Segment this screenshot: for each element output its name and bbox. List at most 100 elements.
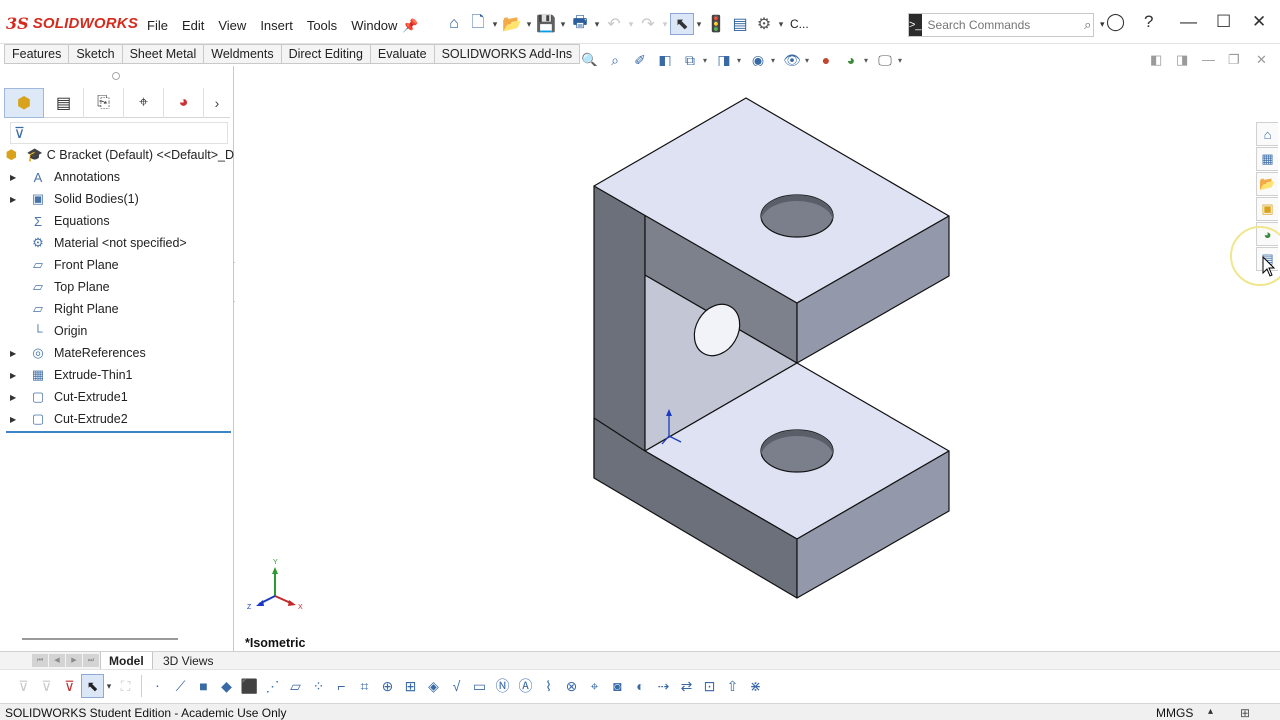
minimize-window-icon[interactable]: — xyxy=(1180,12,1197,32)
rollback-bar[interactable] xyxy=(6,431,231,433)
next-tab-arrow-icon[interactable]: ▶ xyxy=(66,654,82,667)
orientation-dropdown-icon[interactable]: ▾ xyxy=(737,56,745,65)
filter-connection-points-icon[interactable]: ⊡ xyxy=(698,674,721,698)
filter-vertices-icon[interactable]: ⋅ xyxy=(146,674,169,698)
filter-datum-features-icon[interactable]: Ⓐ xyxy=(514,674,537,698)
filter-hole-callouts-icon[interactable]: ⌖ xyxy=(583,674,606,698)
filter-faces-icon[interactable]: ■ xyxy=(192,674,215,698)
redo-dropdown-icon[interactable]: ▾ xyxy=(660,19,670,30)
hide-show-dropdown-icon[interactable]: ▾ xyxy=(805,56,813,65)
property-manager-tab-icon[interactable]: ▤ xyxy=(44,88,84,118)
tree-node[interactable]: └ Origin xyxy=(0,320,234,342)
tree-node[interactable]: ▶ A Annotations xyxy=(0,166,234,188)
new-dropdown-icon[interactable]: ▾ xyxy=(490,19,500,30)
filter-axes-icon[interactable]: ⋰ xyxy=(261,674,284,698)
rebuild-icon[interactable]: 🚦 xyxy=(704,13,728,35)
tree-root-part[interactable]: ⬢ 🎓 C Bracket (Default) <<Default>_D xyxy=(0,144,234,166)
filter-routing-points-icon[interactable]: ⇧ xyxy=(721,674,744,698)
select-pointer-icon[interactable]: ⬉ xyxy=(81,674,104,698)
select-pointer-dropdown-icon[interactable]: ▾ xyxy=(104,681,114,692)
scene-dropdown-icon[interactable]: ▾ xyxy=(864,56,872,65)
annotation-dropdown-icon[interactable]: ▾ xyxy=(703,56,711,65)
select-dropdown-icon[interactable]: ▾ xyxy=(694,19,704,30)
search-icon[interactable]: ⌕ xyxy=(1083,17,1093,33)
pane-horizontal-scrollbar[interactable] xyxy=(22,638,178,640)
filter-centerline-icon[interactable]: ⊞ xyxy=(399,674,422,698)
expand-arrow-icon[interactable]: ▶ xyxy=(0,173,16,182)
pin-menu-icon[interactable]: 📌 xyxy=(402,18,418,34)
undo-dropdown-icon[interactable]: ▾ xyxy=(626,19,636,30)
configuration-manager-tab-icon[interactable]: ⎘ xyxy=(84,88,124,118)
filter-balloons-icon[interactable]: ◙ xyxy=(606,674,629,698)
tree-node[interactable]: ▶ ◎ MateReferences xyxy=(0,342,234,364)
filter-clear-icon[interactable]: ⊽ xyxy=(35,674,58,698)
home-icon[interactable]: ⌂ xyxy=(442,13,466,35)
select-all-filter-icon[interactable]: ⛶ xyxy=(114,674,137,698)
search-commands-input[interactable] xyxy=(921,18,1083,32)
filter-datum-targets-icon[interactable]: ⊗ xyxy=(560,674,583,698)
close-window-icon[interactable]: ✕ xyxy=(1252,12,1266,32)
expand-arrow-icon[interactable]: ▶ xyxy=(0,393,16,402)
selection-filter-icon[interactable]: ⊽ xyxy=(58,674,81,698)
maximize-window-icon[interactable]: ☐ xyxy=(1216,12,1231,32)
graphics-area[interactable]: Y X Z xyxy=(235,66,1280,652)
user-account-icon[interactable]: ◯ xyxy=(1106,12,1125,32)
print-icon[interactable]: 🖶 xyxy=(568,13,592,35)
filter-sketch-points-icon[interactable]: ⁘ xyxy=(307,674,330,698)
model-viewport[interactable]: Y X Z xyxy=(235,66,1280,652)
file-properties-icon[interactable]: ▤ xyxy=(728,13,752,35)
dimxpert-manager-tab-icon[interactable]: ⌖ xyxy=(124,88,164,118)
search-commands-box[interactable]: >_ ⌕ xyxy=(908,13,1094,37)
filter-weld-symbols-icon[interactable]: ⌇ xyxy=(537,674,560,698)
menu-tools[interactable]: Tools xyxy=(300,14,344,37)
tree-node[interactable]: ▶ ▦ Extrude-Thin1 xyxy=(0,364,234,386)
filter-dimensions-icon[interactable]: ◈ xyxy=(422,674,445,698)
menu-insert[interactable]: Insert xyxy=(253,14,300,37)
filter-center-marks-icon[interactable]: ⊕ xyxy=(376,674,399,698)
tree-filter[interactable]: ⊽ xyxy=(10,122,228,144)
solidworks-resources-icon[interactable]: ⌂ xyxy=(1256,122,1278,146)
tree-node[interactable]: ▱ Top Plane xyxy=(0,276,234,298)
unit-system[interactable]: MMGS xyxy=(1156,706,1193,720)
tree-node[interactable]: ▶ ▢ Cut-Extrude1 xyxy=(0,386,234,408)
filter-toggle-icon[interactable]: ⊽ xyxy=(12,674,35,698)
tree-node[interactable]: ▱ Right Plane xyxy=(0,298,234,320)
display-dropdown-icon[interactable]: ▾ xyxy=(771,56,779,65)
filter-cosmetic-threads-icon[interactable]: ⇢ xyxy=(652,674,675,698)
tab-model[interactable]: Model xyxy=(100,652,153,669)
filter-planes-icon[interactable]: ▱ xyxy=(284,674,307,698)
first-tab-arrow-icon[interactable]: ⏮ xyxy=(32,654,48,667)
print-dropdown-icon[interactable]: ▾ xyxy=(592,19,602,30)
filter-dowel-pins-icon[interactable]: ⇄ xyxy=(675,674,698,698)
tab-sheet-metal[interactable]: Sheet Metal xyxy=(121,44,204,64)
status-bar-settings-icon[interactable]: ⊞ xyxy=(1240,706,1250,720)
tab-weldments[interactable]: Weldments xyxy=(203,44,281,64)
tree-node[interactable]: Σ Equations xyxy=(0,210,234,232)
open-icon[interactable]: 📂 xyxy=(500,13,524,35)
tab-3d-views[interactable]: 3D Views xyxy=(155,652,221,669)
tree-node[interactable]: ⚙ Material <not specified> xyxy=(0,232,234,254)
pane-grip-handle[interactable] xyxy=(112,72,120,80)
menu-edit[interactable]: Edit xyxy=(175,14,211,37)
menu-file[interactable]: File xyxy=(140,14,175,37)
feature-manager-tab-icon[interactable]: ⬢ xyxy=(4,88,44,118)
redo-icon[interactable]: ↷ xyxy=(636,13,660,35)
expand-arrow-icon[interactable]: ▶ xyxy=(0,349,16,358)
view-settings-dropdown-icon[interactable]: ▾ xyxy=(898,56,906,65)
expand-arrow-icon[interactable]: ▶ xyxy=(0,371,16,380)
filter-midpoints-icon[interactable]: ⌗ xyxy=(353,674,376,698)
filter-notes-icon[interactable]: Ⓝ xyxy=(491,674,514,698)
tab-direct-editing[interactable]: Direct Editing xyxy=(280,44,370,64)
filter-mesh-facets-icon[interactable]: ⋇ xyxy=(744,674,767,698)
save-dropdown-icon[interactable]: ▾ xyxy=(558,19,568,30)
solidworks-logo[interactable]: 3S SOLIDWORKS xyxy=(6,12,138,34)
filter-surface-finish-icon[interactable]: √ xyxy=(445,674,468,698)
help-icon[interactable]: ? xyxy=(1144,12,1153,32)
filter-edges-icon[interactable]: ⟋ xyxy=(169,674,192,698)
expand-arrow-icon[interactable]: ▶ xyxy=(0,195,16,204)
save-icon[interactable]: 💾 xyxy=(534,13,558,35)
new-document-icon[interactable]: 🗋 xyxy=(466,13,490,35)
select-icon[interactable]: ⬉ xyxy=(670,13,694,35)
last-tab-arrow-icon[interactable]: ⏭ xyxy=(83,654,99,667)
filter-solid-bodies-icon[interactable]: ⬛ xyxy=(238,674,261,698)
